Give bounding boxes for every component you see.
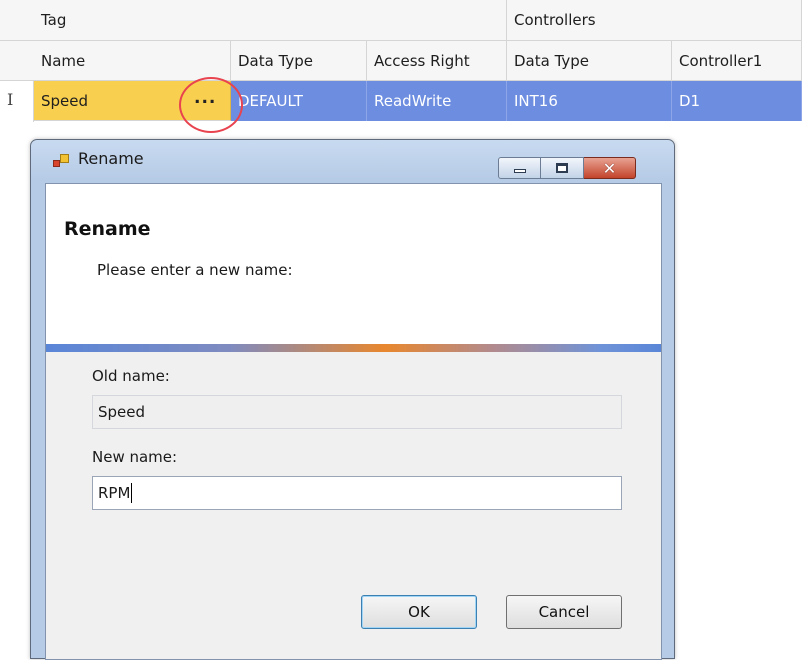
indicator-header-2: [0, 41, 34, 81]
dialog-title: Rename: [78, 149, 144, 168]
group-header-controllers[interactable]: Controllers: [507, 0, 802, 41]
indicator-header-1: [0, 0, 34, 41]
close-icon: ✕: [602, 158, 617, 178]
rename-dialog: Rename ✕ Rename Please enter a new name:…: [30, 139, 675, 660]
banner-heading: Rename: [64, 218, 151, 240]
old-name-label: Old name:: [92, 367, 170, 385]
app-icon: [53, 154, 69, 170]
new-name-value: RPM: [98, 484, 131, 502]
new-name-label: New name:: [92, 448, 178, 466]
maximize-button[interactable]: [541, 157, 584, 179]
group-header-tag[interactable]: Tag: [34, 0, 507, 41]
cell-data-type[interactable]: DEFAULT: [231, 81, 367, 121]
minimize-icon: [513, 169, 526, 173]
accent-divider: [46, 344, 661, 352]
close-button[interactable]: ✕: [584, 157, 636, 179]
new-name-input[interactable]: RPM: [92, 476, 622, 510]
old-name-value: Speed: [98, 403, 146, 421]
dialog-banner: Rename Please enter a new name:: [46, 184, 661, 344]
cell-controller-data-type[interactable]: INT16: [507, 81, 672, 121]
tag-grid: I Tag Controllers Name Data Type Access …: [0, 0, 802, 133]
minimize-button[interactable]: [498, 157, 541, 179]
column-header-data-type[interactable]: Data Type: [231, 41, 367, 81]
row-indicator-column: I: [0, 0, 34, 122]
column-header-access-right[interactable]: Access Right: [367, 41, 507, 81]
old-name-field: Speed: [92, 395, 622, 429]
text-caret: [131, 483, 133, 503]
cancel-button[interactable]: Cancel: [506, 595, 622, 629]
highlight-circle: [179, 77, 243, 133]
column-header-controller-data-type[interactable]: Data Type: [507, 41, 672, 81]
column-header-controller1[interactable]: Controller1: [672, 41, 802, 81]
maximize-icon: [556, 163, 568, 173]
dialog-client-area: Rename Please enter a new name: Old name…: [45, 183, 662, 660]
banner-prompt: Please enter a new name:: [97, 261, 293, 279]
dialog-titlebar[interactable]: Rename ✕: [31, 140, 674, 180]
cell-controller1[interactable]: D1: [672, 81, 802, 121]
ok-button[interactable]: OK: [361, 595, 477, 629]
cell-access-right[interactable]: ReadWrite: [367, 81, 507, 121]
column-header-name[interactable]: Name: [34, 41, 231, 81]
row-edit-cursor-icon: I: [7, 90, 14, 109]
